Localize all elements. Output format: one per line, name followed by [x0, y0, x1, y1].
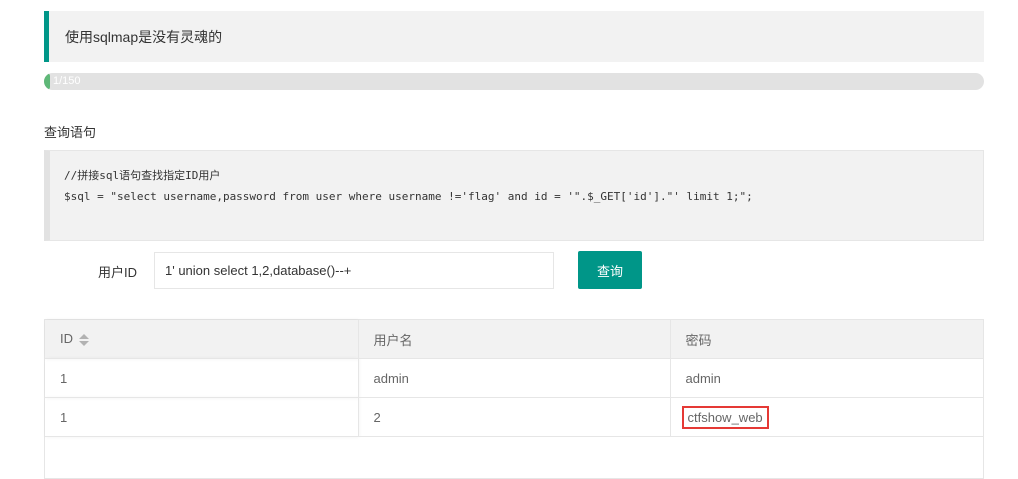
code-block: //拼接sql语句查找指定ID用户 $sql = "select usernam… — [44, 150, 984, 241]
table-header-row: ID 用户名 密码 — [45, 320, 983, 359]
cell-username: admin — [357, 358, 670, 398]
user-id-input[interactable] — [154, 252, 554, 289]
cell-password: ctfshow_web — [669, 397, 983, 437]
highlighted-result: ctfshow_web — [681, 405, 769, 429]
user-id-label: 用户ID — [98, 265, 138, 280]
column-header-id-label: ID — [60, 331, 73, 347]
cell-username: 2 — [357, 397, 670, 437]
progress-bar: 1/150 — [44, 73, 984, 90]
cell-password: admin — [669, 358, 983, 398]
cell-id: 1 — [45, 397, 358, 437]
notice-banner: 使用sqlmap是没有灵魂的 — [44, 11, 984, 62]
column-header-username: 用户名 — [357, 320, 670, 359]
cell-id: 1 — [45, 358, 358, 398]
column-header-username-label: 用户名 — [373, 332, 413, 348]
results-table: ID 用户名 密码 1 admin admin 1 2 ctfshow_web — [44, 319, 984, 479]
table-row: 1 2 ctfshow_web — [45, 397, 983, 437]
sort-icon[interactable] — [79, 333, 89, 347]
query-button[interactable]: 查询 — [578, 251, 642, 289]
table-row: 1 admin admin — [45, 358, 983, 398]
progress-text: 1/150 — [53, 75, 81, 87]
column-header-password: 密码 — [669, 320, 983, 359]
section-title: 查询语句 — [44, 125, 97, 140]
notice-text: 使用sqlmap是没有灵魂的 — [65, 28, 223, 45]
column-header-password-label: 密码 — [685, 332, 712, 348]
progress-fill — [44, 73, 51, 90]
code-comment-line: //拼接sql语句查找指定ID用户 — [64, 169, 221, 182]
code-sql-line: $sql = "select username,password from us… — [64, 190, 753, 203]
column-header-id[interactable]: ID — [45, 320, 358, 359]
